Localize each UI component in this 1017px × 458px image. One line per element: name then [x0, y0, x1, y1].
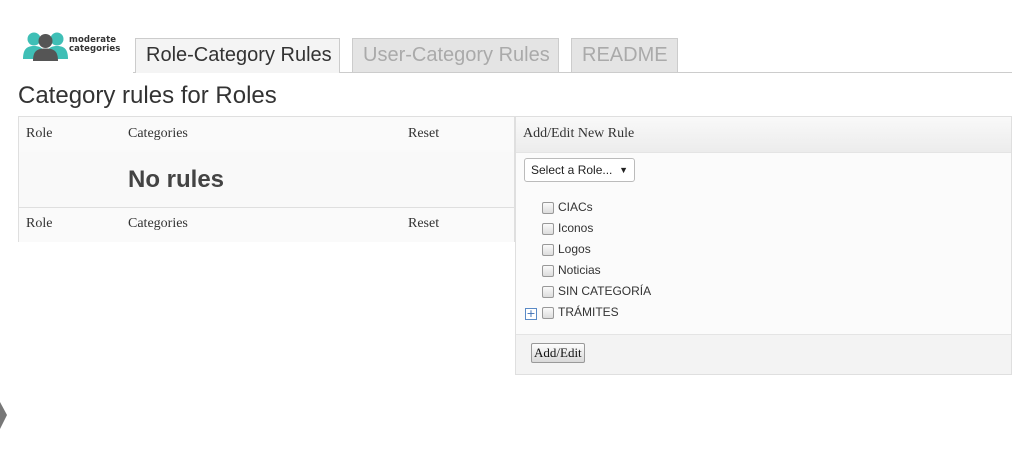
- category-label: Logos: [558, 242, 591, 256]
- role-select-value: Select a Role...: [531, 163, 613, 177]
- category-label: Iconos: [558, 221, 594, 235]
- table-empty-row: No rules: [19, 152, 514, 208]
- chevron-right-icon[interactable]: [0, 402, 8, 430]
- people-group-icon: [23, 32, 68, 61]
- panel-footer: Add/Edit: [516, 334, 1011, 374]
- table-header-row: Role Categories Reset: [19, 117, 514, 153]
- page-title: Category rules for Roles: [18, 82, 277, 109]
- panel-header: Add/Edit New Rule: [516, 117, 1011, 153]
- role-select[interactable]: Select a Role... ▼: [524, 158, 635, 182]
- app-logo[interactable]: moderate categories: [23, 31, 128, 61]
- category-checkbox[interactable]: [542, 265, 554, 277]
- category-checkbox[interactable]: [542, 223, 554, 235]
- tab-user-category-rules[interactable]: User-Category Rules: [352, 38, 559, 72]
- category-label: TRÁMITES: [558, 305, 619, 319]
- category-label: Noticias: [558, 263, 601, 277]
- dropdown-arrow-icon: ▼: [619, 165, 628, 175]
- page: moderate categories Role-Category Rules …: [0, 0, 1017, 458]
- table-footer-row: Role Categories Reset: [19, 208, 514, 242]
- column-header-categories[interactable]: Categories: [128, 126, 188, 142]
- column-footer-categories[interactable]: Categories: [128, 216, 188, 232]
- column-footer-reset[interactable]: Reset: [408, 216, 439, 232]
- empty-message: No rules: [128, 166, 225, 193]
- expand-plus-icon[interactable]: +: [525, 308, 537, 320]
- logo-text: moderate categories: [69, 36, 120, 54]
- column-header-role[interactable]: Role: [26, 126, 52, 142]
- category-checkbox[interactable]: [542, 202, 554, 214]
- category-checkbox[interactable]: [542, 244, 554, 256]
- column-header-reset[interactable]: Reset: [408, 126, 439, 142]
- add-edit-button[interactable]: Add/Edit: [531, 343, 585, 363]
- category-label: SIN CATEGORÍA: [558, 284, 652, 298]
- category-label: CIACs: [558, 200, 593, 214]
- tab-readme[interactable]: README: [571, 38, 678, 72]
- rules-table: Role Categories Reset No rules Role Cate…: [18, 116, 515, 242]
- category-checkbox[interactable]: [542, 286, 554, 298]
- tab-role-category-rules[interactable]: Role-Category Rules: [135, 38, 340, 73]
- logo-text-line2: categories: [69, 44, 121, 54]
- panel-title: Add/Edit New Rule: [523, 126, 635, 141]
- add-edit-rule-panel: Add/Edit New Rule Select a Role... ▼ CIA…: [515, 116, 1012, 375]
- category-checkbox[interactable]: [542, 307, 554, 319]
- column-footer-role[interactable]: Role: [26, 216, 52, 232]
